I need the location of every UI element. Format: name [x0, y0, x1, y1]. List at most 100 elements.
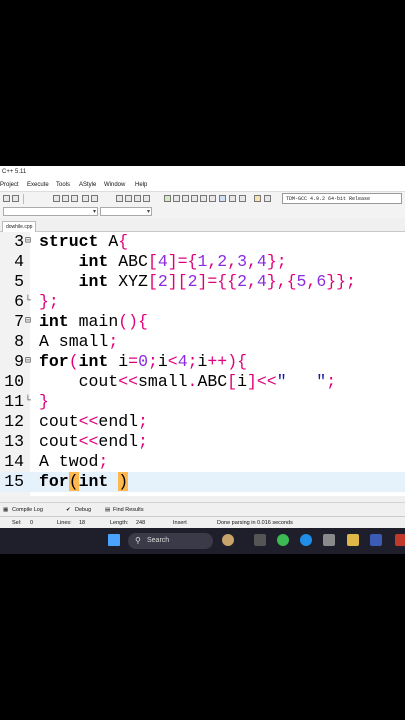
- open-file-icon[interactable]: [12, 195, 19, 202]
- code-token: A twod: [39, 452, 99, 471]
- menu-help[interactable]: Help: [135, 179, 147, 191]
- goto-line-icon[interactable]: [91, 195, 98, 202]
- line-number: 7: [14, 312, 24, 331]
- code-token: <: [167, 352, 178, 371]
- app-icon[interactable]: [395, 534, 405, 546]
- options-icon[interactable]: [239, 195, 246, 202]
- code-token: ;: [147, 352, 158, 371]
- code-token: <<: [118, 372, 139, 391]
- edge-icon[interactable]: [300, 534, 312, 546]
- compile-run-icon[interactable]: [182, 195, 189, 202]
- rebuild-icon[interactable]: [191, 195, 198, 202]
- compiler-select[interactable]: TDM-GCC 4.9.2 64-bit Release: [282, 193, 402, 204]
- info-icon[interactable]: [264, 195, 271, 202]
- stop-icon[interactable]: [229, 195, 236, 202]
- indent-icon[interactable]: [143, 195, 150, 202]
- menu-window[interactable]: Window: [104, 179, 125, 191]
- tab-dowhile-cpp[interactable]: dowhile.cpp: [2, 221, 37, 232]
- check-syntax-icon[interactable]: [219, 195, 226, 202]
- code-token: 1: [197, 252, 208, 271]
- forward-icon[interactable]: [125, 195, 132, 202]
- line-number: 12: [4, 412, 24, 431]
- tab-debug[interactable]: Debug: [75, 503, 91, 517]
- code-token: (){: [118, 312, 148, 331]
- tab-compile-log[interactable]: Compile Log: [12, 503, 43, 517]
- code-line[interactable]: 7 ⊟ int main(){: [0, 312, 405, 332]
- code-line[interactable]: 5 int XYZ[2][2]={{2,4},{5,6}};: [0, 272, 405, 292]
- code-token: ;: [138, 432, 148, 451]
- line-number: 4: [14, 252, 24, 271]
- code-line[interactable]: 9 ⊟ for(int i=0;i<4;i++){: [0, 352, 405, 372]
- line-number: 8: [14, 332, 24, 351]
- chart-icon[interactable]: [254, 195, 261, 202]
- debug-icon[interactable]: [200, 195, 207, 202]
- line-number: 11: [4, 392, 24, 411]
- code-line[interactable]: 6 └};: [0, 292, 405, 312]
- windows-start-icon[interactable]: [108, 534, 120, 546]
- code-text: int ABC[4]={1,2,3,4};: [39, 252, 287, 272]
- replace-icon[interactable]: [62, 195, 69, 202]
- code-text: A small;: [39, 332, 118, 352]
- code-token: 5: [296, 272, 307, 291]
- code-token: int: [78, 272, 109, 291]
- code-line[interactable]: 13 cout<<endl;: [0, 432, 405, 452]
- code-token: 2: [217, 252, 228, 271]
- compiler-selected-value: TDM-GCC 4.9.2 64-bit Release: [286, 196, 371, 202]
- bookmark-icon[interactable]: [134, 195, 141, 202]
- fold-toggle-icon[interactable]: ⊟: [25, 352, 31, 372]
- fold-toggle-icon[interactable]: ⊟: [25, 232, 31, 252]
- code-token: A small: [39, 332, 109, 351]
- menu-execute[interactable]: Execute: [27, 179, 49, 191]
- search-placeholder: Search: [147, 537, 170, 544]
- line-number: 6: [14, 292, 24, 311]
- taskbar-search[interactable]: ⚲ Search: [128, 533, 213, 549]
- code-token: };: [39, 292, 59, 311]
- code-token: 4: [157, 252, 168, 271]
- settings-icon[interactable]: [323, 534, 335, 546]
- code-token: main: [68, 312, 119, 331]
- code-token: },{: [266, 272, 297, 291]
- find-icon[interactable]: [53, 195, 60, 202]
- code-line[interactable]: 11 └}: [0, 392, 405, 412]
- code-token: ][: [167, 272, 188, 291]
- code-token: 4: [256, 252, 267, 271]
- find-next-icon[interactable]: [71, 195, 78, 202]
- menu-tools[interactable]: Tools: [56, 179, 70, 191]
- print-icon[interactable]: [82, 195, 89, 202]
- profile-icon[interactable]: [209, 195, 216, 202]
- back-icon[interactable]: [116, 195, 123, 202]
- code-line[interactable]: 4 int ABC[4]={1,2,3,4};: [0, 252, 405, 272]
- menu-project[interactable]: Project: [0, 179, 19, 191]
- fold-toggle-icon[interactable]: ⊟: [25, 312, 31, 332]
- code-line[interactable]: 8 A small;: [0, 332, 405, 352]
- code-line[interactable]: 3 ⊟ struct A{: [0, 232, 405, 252]
- line-number: 5: [14, 272, 24, 291]
- menu-astyle[interactable]: AStyle: [79, 179, 96, 191]
- code-text: for(int ): [39, 472, 129, 492]
- code-line[interactable]: 14 A twod;: [0, 452, 405, 472]
- code-token: (: [68, 472, 79, 491]
- chrome-icon[interactable]: [277, 534, 289, 546]
- main-toolbar: TDM-GCC 4.9.2 64-bit Release: [0, 191, 405, 206]
- weather-icon[interactable]: [222, 534, 234, 546]
- class-combo[interactable]: ▾: [3, 207, 98, 216]
- code-line[interactable]: 15 for(int ): [0, 472, 405, 492]
- code-token: ,: [247, 252, 257, 271]
- compile-icon[interactable]: [164, 195, 171, 202]
- code-editor[interactable]: 3 ⊟ struct A{4 int ABC[4]={1,2,3,4}; 5 int …: [0, 232, 405, 496]
- run-icon[interactable]: [173, 195, 180, 202]
- code-token: small: [138, 372, 188, 391]
- code-token: 2: [157, 272, 168, 291]
- code-line[interactable]: 12 cout<<endl;: [0, 412, 405, 432]
- function-combo[interactable]: ▾: [100, 207, 152, 216]
- code-token: int: [78, 352, 109, 371]
- devcpp-icon[interactable]: [370, 534, 382, 546]
- new-file-icon[interactable]: [3, 195, 10, 202]
- ide-screenshot: C++ 5.11 Project Execute Tools AStyle Wi…: [0, 166, 405, 554]
- task-view-icon[interactable]: [254, 534, 266, 546]
- folder-icon[interactable]: [347, 534, 359, 546]
- compile-log-icon: ▦: [3, 507, 9, 513]
- code-line[interactable]: 10 cout<<small.ABC[i]<<" ";: [0, 372, 405, 392]
- tab-find-results[interactable]: Find Results: [113, 503, 144, 517]
